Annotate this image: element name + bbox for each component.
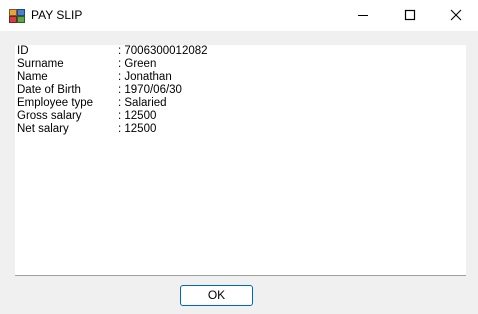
field-value: : 12500 xyxy=(118,123,157,135)
field-value: : 12500 xyxy=(118,110,157,122)
field-label: Gross salary xyxy=(17,110,82,122)
field-value: : Jonathan xyxy=(118,71,172,83)
field-label: Date of Birth xyxy=(17,84,81,96)
close-button[interactable] xyxy=(432,0,478,31)
field-value: : Salaried xyxy=(118,97,167,109)
ok-button[interactable]: OK xyxy=(180,285,253,306)
payslip-text-area[interactable]: ID : 7006300012082 Surname : Green Name … xyxy=(15,45,466,276)
field-value: : Green xyxy=(118,58,157,70)
field-label: Net salary xyxy=(17,123,69,135)
field-label: Name xyxy=(17,71,48,83)
title-bar[interactable]: PAY SLIP xyxy=(0,0,478,31)
field-value: : 7006300012082 xyxy=(118,45,208,57)
field-label: ID xyxy=(17,45,29,57)
dialog-body: ID : 7006300012082 Surname : Green Name … xyxy=(0,31,478,314)
pay-slip-window: PAY SLIP ID: 7006300012082 Surname: Gr… xyxy=(0,0,478,314)
field-label: Employee type xyxy=(17,97,94,109)
field-label: Surname xyxy=(17,58,64,70)
minimize-button[interactable] xyxy=(340,0,386,31)
window-title: PAY SLIP xyxy=(31,8,83,22)
maximize-button[interactable] xyxy=(386,0,432,31)
app-window-icon xyxy=(9,9,25,23)
field-value: : 1970/06/30 xyxy=(118,84,182,96)
